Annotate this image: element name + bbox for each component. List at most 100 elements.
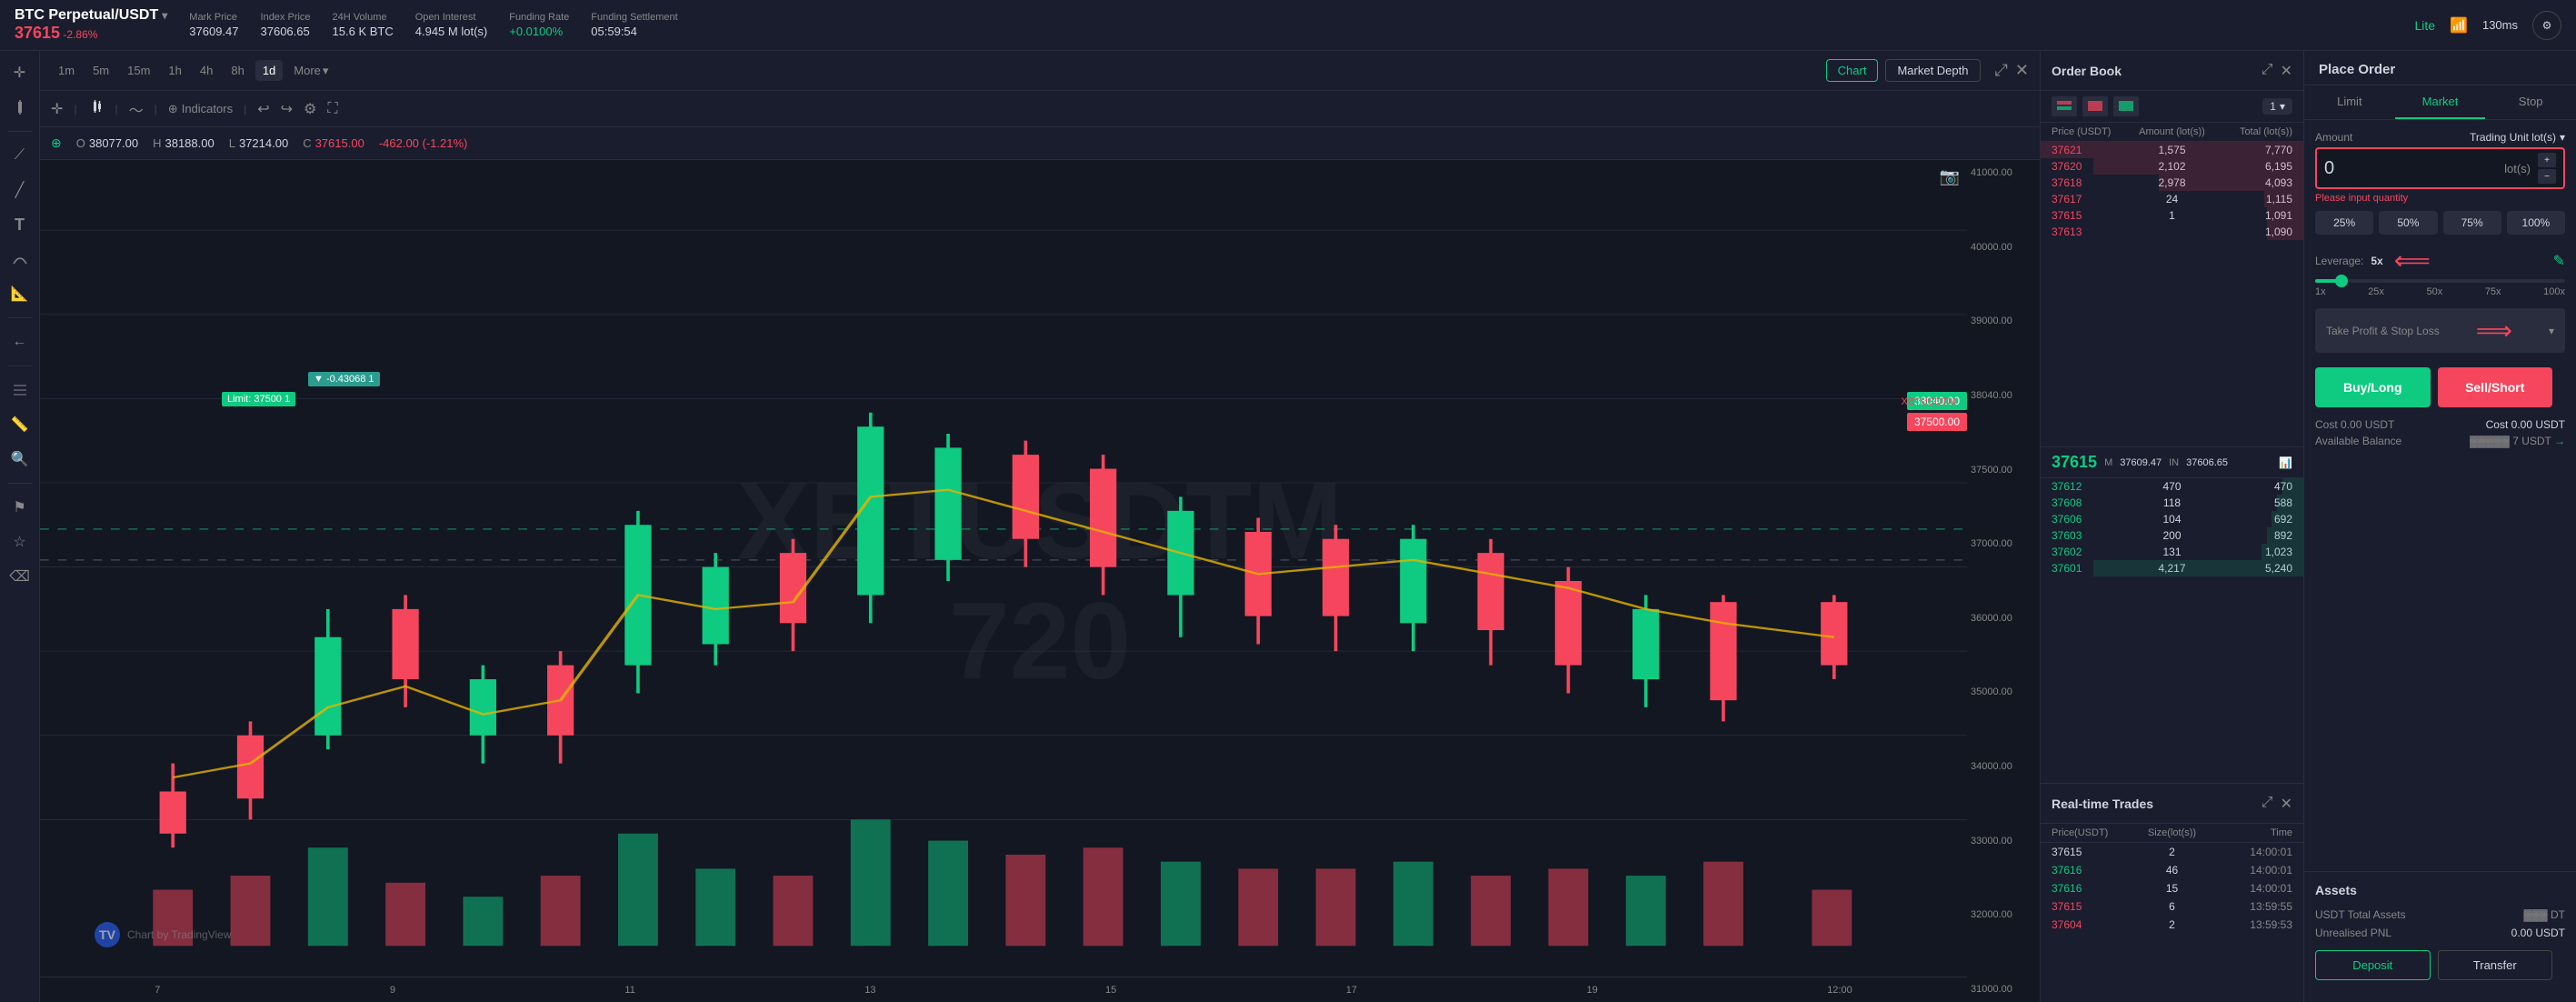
- tab-stop[interactable]: Stop: [2485, 85, 2576, 119]
- ob-view-both[interactable]: [2052, 96, 2077, 116]
- ray-tool[interactable]: ╱: [5, 175, 35, 205]
- error-message: Please input quantity: [2315, 193, 2565, 204]
- table-row[interactable]: 37615 1 1,091: [2041, 207, 2303, 224]
- measure-tool[interactable]: 📐: [5, 279, 35, 308]
- undo-icon[interactable]: ↩: [257, 100, 269, 118]
- total-assets-row: USDT Total Assets ▓▓▓ DT: [2315, 908, 2565, 921]
- table-row[interactable]: 37606 104 692: [2041, 511, 2303, 527]
- avail-balance-link-icon[interactable]: →: [2554, 435, 2565, 447]
- tf-8h[interactable]: 8h: [224, 60, 251, 81]
- ob-view-bids[interactable]: [2113, 96, 2139, 116]
- line-tool[interactable]: ⟋: [5, 141, 35, 170]
- amount-input-box[interactable]: lot(s) + −: [2315, 147, 2565, 189]
- indicators-button[interactable]: ⊕ Indicators: [168, 102, 233, 116]
- slider-labels: 1x 25x 50x 75x 100x: [2315, 286, 2565, 297]
- pct-25[interactable]: 25%: [2315, 211, 2373, 235]
- ob-mid-price: 37615 M 37609.47 IN 37606.65 📊: [2041, 446, 2303, 478]
- fib-tool[interactable]: [5, 376, 35, 405]
- expand-icon[interactable]: ⤢: [1995, 61, 2008, 80]
- order-type-tabs: Limit Market Stop: [2304, 85, 2576, 120]
- deposit-button[interactable]: Deposit: [2315, 950, 2431, 980]
- tf-1h[interactable]: 1h: [161, 60, 188, 81]
- pct-75[interactable]: 75%: [2443, 211, 2501, 235]
- flag-tool[interactable]: ⚑: [5, 493, 35, 522]
- timeframe-right: Chart Market Depth ⤢ ✕: [1826, 59, 2029, 82]
- candle-tool[interactable]: [5, 93, 35, 122]
- ob-view-asks[interactable]: [2082, 96, 2108, 116]
- tf-15m[interactable]: 15m: [120, 60, 157, 81]
- table-row[interactable]: 37618 2,978 4,093: [2041, 175, 2303, 191]
- market-depth-button[interactable]: Market Depth: [1885, 59, 1980, 82]
- redo-icon[interactable]: ↪: [281, 100, 293, 118]
- expand-order-book-icon[interactable]: ⤢: [2261, 62, 2273, 80]
- deposit-transfer-buttons: Deposit Transfer: [2315, 950, 2565, 980]
- table-row[interactable]: 37602 131 1,023: [2041, 544, 2303, 560]
- transfer-button[interactable]: Transfer: [2438, 950, 2553, 980]
- chart-type-button[interactable]: Chart: [1826, 59, 1879, 82]
- ping-text: 130ms: [2482, 18, 2518, 32]
- table-row[interactable]: 37620 2,102 6,195: [2041, 158, 2303, 175]
- expand-rt-icon[interactable]: ⤢: [2261, 795, 2273, 813]
- arrow-tool[interactable]: ←: [5, 327, 35, 356]
- sell-short-button[interactable]: Sell/Short: [2438, 367, 2553, 407]
- candle-style-icon[interactable]: [88, 98, 105, 119]
- trading-unit-selector[interactable]: Trading Unit lot(s) ▾: [2470, 131, 2565, 144]
- lite-button[interactable]: Lite: [2414, 18, 2435, 33]
- tool-divider-2: [7, 317, 33, 318]
- ohlc-bar: ⊕ O 38077.00 H 38188.00 L 37214.00 C 376…: [40, 127, 2040, 160]
- curve-tool[interactable]: [5, 245, 35, 274]
- amount-decrement[interactable]: −: [2538, 169, 2556, 184]
- ob-column-headers: Price (USDT) Amount (lot(s)) Total (lot(…: [2041, 123, 2303, 142]
- close-chart-icon[interactable]: ✕: [2015, 61, 2029, 80]
- crosshair-toolbar-icon[interactable]: ✛: [51, 100, 63, 118]
- ob-lotsize-selector[interactable]: 1 ▾: [2262, 98, 2292, 115]
- add-indicator-icon[interactable]: ⊕: [51, 135, 62, 151]
- tab-market[interactable]: Market: [2395, 85, 2486, 119]
- tf-4h[interactable]: 4h: [193, 60, 220, 81]
- symbol-name[interactable]: BTC Perpetual/USDT ▾: [15, 7, 167, 24]
- leverage-edit-icon[interactable]: ✎: [2553, 252, 2565, 270]
- amount-input[interactable]: [2324, 158, 2504, 179]
- tool-divider-4: [7, 483, 33, 484]
- pct-50[interactable]: 50%: [2379, 211, 2437, 235]
- ob-mid-chart-icon[interactable]: 📊: [2279, 456, 2292, 469]
- tf-1m[interactable]: 1m: [51, 60, 82, 81]
- eraser-tool[interactable]: ⌫: [5, 562, 35, 591]
- table-row[interactable]: 37621 1,575 7,770: [2041, 142, 2303, 158]
- settings-button[interactable]: ⚙: [2532, 11, 2561, 40]
- table-row[interactable]: 37601 4,217 5,240: [2041, 560, 2303, 576]
- fullscreen-icon[interactable]: ⛶: [327, 101, 337, 117]
- chart-main[interactable]: XBTUSDTM 720 📷: [40, 160, 2040, 1002]
- crosshair-tool[interactable]: ✛: [5, 58, 35, 87]
- order-book-header: Order Book ⤢ ✕: [2041, 51, 2303, 91]
- table-row[interactable]: 37613 1,090: [2041, 224, 2303, 240]
- zoom-tool[interactable]: 🔍: [5, 445, 35, 474]
- symbol-dropdown-icon[interactable]: ▾: [162, 9, 167, 22]
- ruler-tool[interactable]: 📏: [5, 410, 35, 439]
- table-row[interactable]: 37603 200 892: [2041, 527, 2303, 544]
- tf-5m[interactable]: 5m: [85, 60, 116, 81]
- list-item: 37616 15 14:00:01: [2041, 879, 2303, 897]
- settings-gear-icon[interactable]: ⚙: [304, 100, 316, 118]
- place-order-title: Place Order: [2304, 51, 2576, 85]
- close-rt-icon[interactable]: ✕: [2281, 795, 2292, 813]
- tp-sl-row[interactable]: Take Profit & Stop Loss ⟹ ▾: [2315, 308, 2565, 353]
- tf-1d[interactable]: 1d: [255, 60, 283, 81]
- order-annotation: ▼ -0.43068 1: [308, 372, 380, 386]
- buy-long-button[interactable]: Buy/Long: [2315, 367, 2431, 407]
- wave-icon[interactable]: 〜: [129, 98, 144, 120]
- table-row[interactable]: 37608 118 588: [2041, 495, 2303, 511]
- pct-100[interactable]: 100%: [2507, 211, 2565, 235]
- close-order-book-icon[interactable]: ✕: [2281, 62, 2292, 80]
- leverage-slider[interactable]: 1x 25x 50x 75x 100x: [2315, 279, 2565, 297]
- assets-title: Assets: [2315, 883, 2565, 897]
- amount-increment[interactable]: +: [2538, 153, 2556, 167]
- text-tool[interactable]: T: [5, 210, 35, 239]
- star-tool[interactable]: ☆: [5, 527, 35, 556]
- tab-limit[interactable]: Limit: [2304, 85, 2395, 119]
- ohlc-close: C 37615.00: [303, 136, 364, 150]
- rt-trades: Real-time Trades ⤢ ✕ Price(USDT) Size(lo…: [2041, 784, 2303, 1002]
- tf-more[interactable]: More ▾: [286, 60, 335, 82]
- table-row[interactable]: 37612 470 470: [2041, 478, 2303, 495]
- table-row[interactable]: 37617 24 1,115: [2041, 191, 2303, 207]
